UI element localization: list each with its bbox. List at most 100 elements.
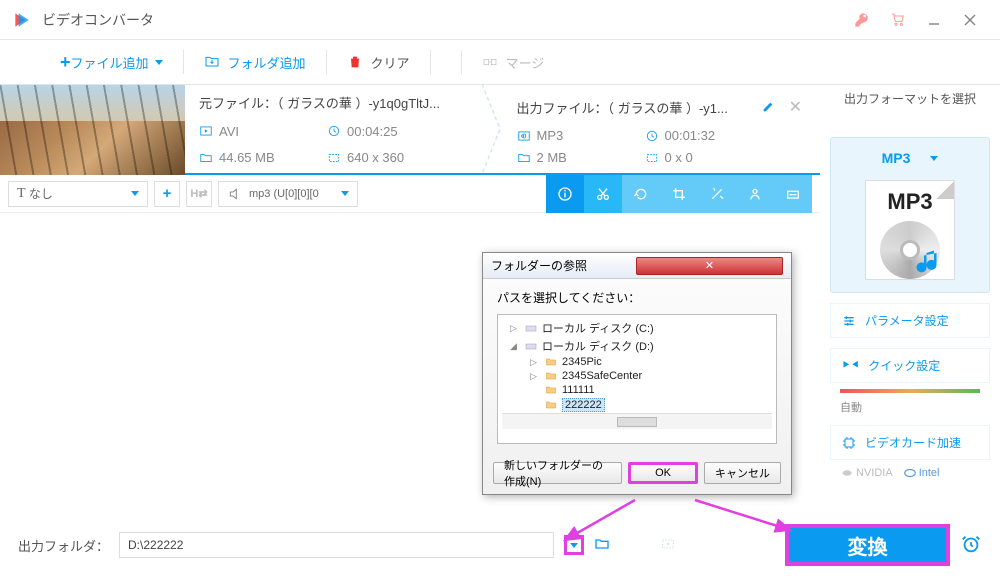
output-format: MP3 xyxy=(537,128,564,143)
subtitle-select[interactable]: T なし xyxy=(8,181,148,207)
tree-item[interactable]: ◢ローカル ディスク (D:) xyxy=(502,337,772,355)
intel-logo: Intel xyxy=(903,466,940,480)
audio-value: mp3 (U[0][0][0 xyxy=(249,188,319,200)
watermark-button[interactable] xyxy=(736,175,774,213)
tree-item[interactable]: ▷2345SafeCenter xyxy=(502,369,772,383)
sliders-icon xyxy=(841,313,857,329)
output-info: 出力ファイル：（ ガラスの華 ）-y1... ✕ MP3 00:01:32 2 … xyxy=(503,85,821,173)
tree-item-selected[interactable]: 222222 xyxy=(502,397,772,413)
drive-icon xyxy=(524,322,538,334)
mp3-file-icon: MP3 xyxy=(865,180,955,280)
folder-tree[interactable]: ▷ローカル ディスク (C:) ◢ローカル ディスク (D:) ▷2345Pic… xyxy=(497,314,777,444)
bottom-bar: 出力フォルダ： D:\222222 変換 xyxy=(18,524,982,566)
convert-label: 変換 xyxy=(848,531,888,560)
folder-icon xyxy=(544,384,558,396)
crop-button[interactable] xyxy=(660,175,698,213)
trash-icon xyxy=(347,54,363,70)
plus-icon: + xyxy=(60,52,71,73)
cut-button[interactable] xyxy=(584,175,622,213)
horizontal-scrollbar[interactable] xyxy=(502,413,772,429)
side-panel: 出力フォーマットを選択 MP3 MP3 パラメータ設定 ⯈⯇ クイック設定 自動… xyxy=(830,90,990,486)
remove-item-icon[interactable]: ✕ xyxy=(785,93,806,121)
quick-settings-button[interactable]: ⯈⯇ クイック設定 xyxy=(830,348,990,383)
audio-icon xyxy=(517,129,531,143)
close-button[interactable] xyxy=(952,5,988,35)
add-subtitle-button[interactable]: + xyxy=(154,181,180,207)
clock-icon xyxy=(327,124,341,138)
arrow-separator-icon xyxy=(480,85,504,173)
chevron-down-icon xyxy=(155,60,163,65)
swap-button[interactable]: H⇄ xyxy=(186,181,212,207)
subtitle-edit-button[interactable] xyxy=(774,175,812,213)
effects-button[interactable] xyxy=(698,175,736,213)
tree-item[interactable]: 111111 xyxy=(502,383,772,397)
source-info: 元ファイル：（ ガラスの華 ）-y1q0gTltJ... AVI 00:04:2… xyxy=(185,85,503,173)
gpu-accel-toggle[interactable]: ビデオカード加速 xyxy=(830,425,990,460)
output-folder-label: 出力フォルダ： xyxy=(18,536,109,555)
params-label: パラメータ設定 xyxy=(865,312,949,329)
source-size: 44.65 MB xyxy=(219,150,275,165)
chevron-down-icon xyxy=(341,191,349,196)
mp3-badge-label: MP3 xyxy=(887,189,932,215)
dialog-close-button[interactable]: ✕ xyxy=(636,257,783,275)
tree-item[interactable]: ▷ローカル ディスク (C:) xyxy=(502,319,772,337)
chevron-down-icon xyxy=(131,191,139,196)
slider-auto-label: 自動 xyxy=(830,399,990,415)
folder-icon xyxy=(544,399,558,411)
convert-button[interactable]: 変換 xyxy=(785,524,950,566)
merge-icon xyxy=(482,54,498,70)
source-filename: 元ファイル：（ ガラスの華 ）-y1q0gTltJ... xyxy=(199,93,489,112)
browse-folder-dialog: フォルダーの参照 ✕ パスを選択してください： ▷ローカル ディスク (C:) … xyxy=(482,252,792,495)
speaker-icon xyxy=(227,186,243,202)
resolution-icon xyxy=(645,151,659,165)
compress-icon: ⯈⯇ xyxy=(841,358,860,373)
cart-icon[interactable] xyxy=(880,5,916,35)
output-format-label: 出力フォーマットを選択 xyxy=(830,90,990,107)
drive-icon xyxy=(524,340,538,352)
output-filename: 出力ファイル：（ ガラスの華 ）-y1... xyxy=(517,98,753,117)
add-file-button[interactable]: + ファイル追加 xyxy=(40,40,183,84)
clear-button[interactable]: クリア xyxy=(327,40,430,84)
clock-icon xyxy=(645,129,659,143)
output-size: 2 MB xyxy=(537,150,567,165)
folder-icon xyxy=(517,151,531,165)
tree-item[interactable]: ▷2345Pic xyxy=(502,355,772,369)
audio-track-select[interactable]: mp3 (U[0][0][0 xyxy=(218,181,358,207)
dialog-title: フォルダーの参照 xyxy=(491,257,636,274)
output-resolution: 0 x 0 xyxy=(665,150,693,165)
edit-pencil-icon[interactable] xyxy=(761,98,777,117)
main-toolbar: + ファイル追加 フォルダ追加 クリア マージ xyxy=(0,40,1000,85)
params-button[interactable]: パラメータ設定 xyxy=(830,303,990,338)
path-dropdown-button[interactable] xyxy=(564,535,584,555)
format-selector-box: MP3 MP3 xyxy=(830,137,990,293)
video-thumbnail[interactable] xyxy=(0,85,185,175)
add-folder-button[interactable]: フォルダ追加 xyxy=(184,40,326,84)
quick-label: クイック設定 xyxy=(868,357,940,374)
rotate-button[interactable] xyxy=(622,175,660,213)
file-item-row: 元ファイル：（ ガラスの華 ）-y1q0gTltJ... AVI 00:04:2… xyxy=(0,85,820,175)
nvidia-logo: NVIDIA xyxy=(840,466,893,480)
folder-icon xyxy=(544,356,558,368)
browse-folder-icon[interactable] xyxy=(594,536,610,555)
format-dropdown[interactable]: MP3 xyxy=(831,144,989,172)
chevron-down-icon xyxy=(930,156,938,161)
register-icon[interactable] xyxy=(844,5,880,35)
open-output-icon[interactable] xyxy=(660,536,676,555)
cancel-button[interactable]: キャンセル xyxy=(704,462,781,484)
media-info-button[interactable] xyxy=(546,175,584,213)
folder-icon xyxy=(199,151,213,165)
ok-button[interactable]: OK xyxy=(628,462,698,484)
source-format: AVI xyxy=(219,124,239,139)
clear-label: クリア xyxy=(371,53,410,72)
output-path-input[interactable]: D:\222222 xyxy=(119,532,554,558)
title-bar: ビデオコンバータ xyxy=(0,0,1000,40)
video-icon xyxy=(199,124,213,138)
merge-button[interactable]: マージ xyxy=(462,40,565,84)
source-resolution: 640 x 360 xyxy=(347,150,404,165)
schedule-icon[interactable] xyxy=(960,533,982,558)
new-folder-button[interactable]: 新しいフォルダーの作成(N) xyxy=(493,462,622,484)
minimize-button[interactable] xyxy=(916,5,952,35)
app-logo-icon xyxy=(12,10,32,30)
dialog-titlebar[interactable]: フォルダーの参照 ✕ xyxy=(483,253,791,279)
quality-slider[interactable] xyxy=(840,389,980,393)
